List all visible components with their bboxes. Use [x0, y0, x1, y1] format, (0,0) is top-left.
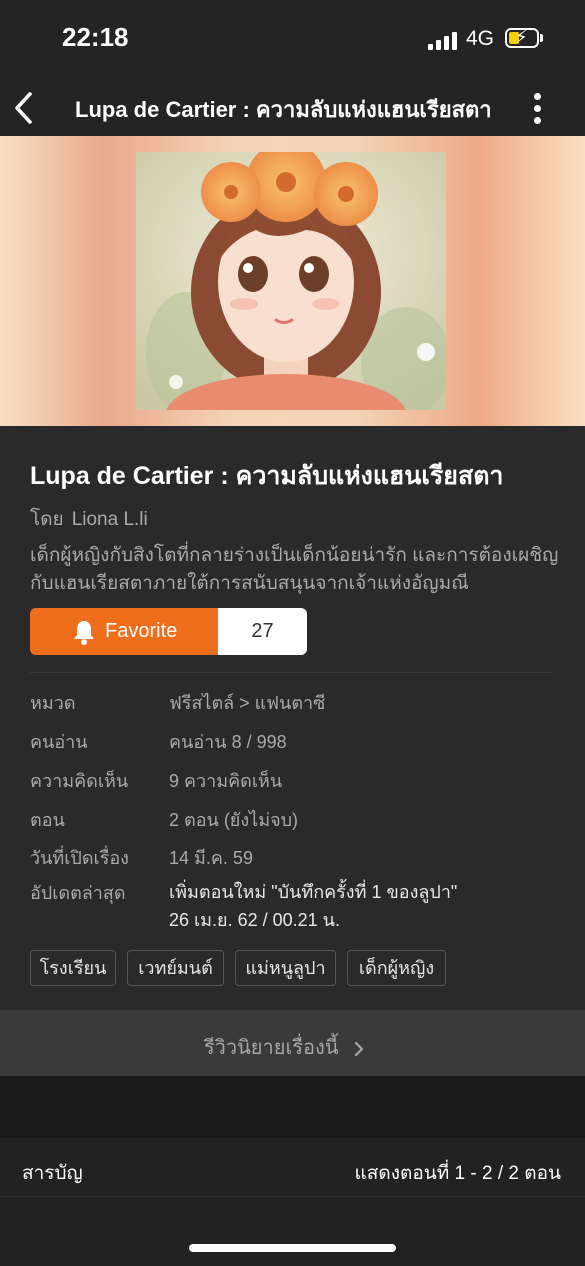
category-value[interactable]: ฟรีสไตล์ > แฟนตาซี — [169, 688, 325, 717]
opened-date-value: 14 มี.ค. 59 — [169, 848, 253, 868]
status-bar: 22:18 4G ⚡ — [0, 0, 585, 80]
review-novel-button[interactable]: รีวิวนิยายเรื่องนี้ — [0, 1010, 585, 1076]
info-label: คนอ่าน — [30, 732, 88, 752]
chapters-value: 2 ตอน (ยังไม่จบ) — [169, 810, 299, 830]
info-label: วันที่เปิดเรื่อง — [30, 848, 129, 868]
synopsis: เด็กผู้หญิงกับสิงโตที่กลายร่างเป็นเด็กน้… — [30, 545, 559, 594]
author-name[interactable]: Liona L.li — [72, 509, 148, 530]
more-menu-button[interactable] — [524, 88, 552, 128]
tag-chip[interactable]: เวทย์มนต์ — [127, 950, 224, 986]
network-type: 4G — [466, 27, 495, 50]
chevron-right-icon — [354, 1041, 364, 1056]
latest-chapter-title: เพิ่มตอนใหม่ "บันทึกครั้งที่ 1 ของลูปา" — [169, 882, 458, 902]
author-line: โดย Liona L.li — [30, 504, 148, 534]
nav-bar: Lupa de Cartier : ความลับแห่งแฮนเรียสตา — [0, 80, 585, 136]
latest-update-value[interactable]: เพิ่มตอนใหม่ "บันทึกครั้งที่ 1 ของลูปา" … — [169, 878, 457, 934]
favorite-count: 27 — [218, 608, 307, 655]
comments-value[interactable]: 9 ความคิดเห็น — [169, 766, 282, 795]
cover-image — [136, 152, 446, 410]
novel-title: Lupa de Cartier : ความลับแห่งแฮนเรียสตา — [30, 462, 504, 490]
status-time: 22:18 — [62, 22, 129, 52]
nav-title: Lupa de Cartier : ความลับแห่งแฮนเรียสตา — [75, 97, 492, 122]
battery-tip — [540, 34, 543, 42]
author-prefix: โดย — [30, 509, 64, 530]
toc-range: แสดงตอนที่ 1 - 2 / 2 ตอน — [354, 1163, 561, 1184]
readers-value: คนอ่าน 8 / 998 — [169, 732, 287, 752]
section-gap — [0, 1076, 585, 1138]
tag-chip[interactable]: โรงเรียน — [30, 950, 116, 986]
signal-icon — [428, 32, 458, 50]
novel-details: Lupa de Cartier : ความลับแห่งแฮนเรียสตา … — [0, 426, 585, 1010]
tag-chip[interactable]: แม่หนูลูปา — [235, 950, 336, 986]
back-button[interactable] — [10, 88, 42, 128]
tag-chip[interactable]: เด็กผู้หญิง — [347, 950, 446, 986]
bell-icon — [74, 621, 94, 645]
divider — [0, 1196, 585, 1197]
favorite-button[interactable]: Favorite — [30, 608, 218, 655]
info-label: อัปเดตล่าสุด — [30, 883, 126, 903]
info-label: ความคิดเห็น — [30, 771, 129, 791]
home-indicator[interactable] — [189, 1244, 396, 1252]
favorite-label: Favorite — [105, 620, 178, 642]
chevron-left-icon — [15, 92, 32, 124]
more-dots-icon — [534, 93, 541, 100]
latest-update-time: 26 เม.ย. 62 / 00.21 น. — [169, 910, 340, 930]
divider — [30, 672, 552, 673]
battery-icon: ⚡ — [505, 27, 539, 48]
toc-title: สารบัญ — [22, 1163, 83, 1184]
info-label: ตอน — [30, 810, 65, 830]
review-label: รีวิวนิยายเรื่องนี้ — [0, 1031, 570, 1063]
info-label: หมวด — [30, 693, 76, 713]
